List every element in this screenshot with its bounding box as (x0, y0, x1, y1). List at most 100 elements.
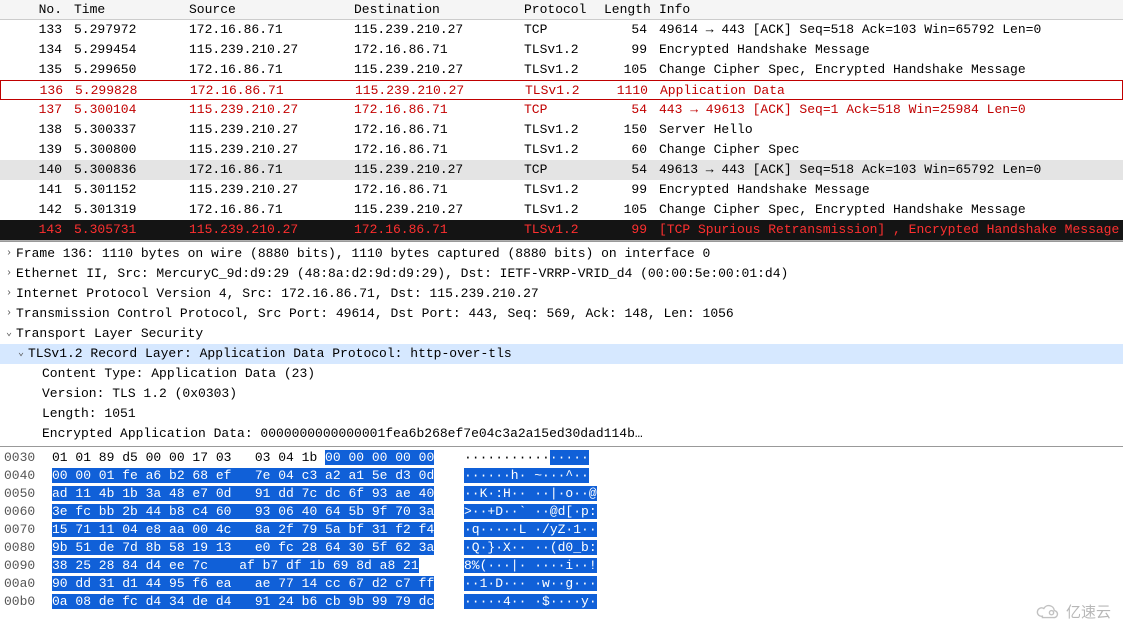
packet-cell: 136 (1, 81, 71, 99)
packet-cell: 172.16.86.71 (350, 40, 520, 60)
hex-bytes: 38 25 28 84 d4 ee 7c af b7 df 1b 69 8d a… (52, 557, 452, 575)
packet-cell: 5.301319 (70, 200, 185, 220)
packet-cell: 115.239.210.27 (350, 20, 520, 40)
packet-row[interactable]: 1335.297972172.16.86.71115.239.210.27TCP… (0, 20, 1123, 40)
col-header-source[interactable]: Source (185, 0, 350, 19)
packet-cell: Change Cipher Spec, Encrypted Handshake … (655, 200, 1123, 220)
packet-cell: 115.239.210.27 (185, 180, 350, 200)
hex-row[interactable]: 00b00a 08 de fc d4 34 de d4 91 24 b6 cb … (4, 593, 1119, 611)
hex-ascii: ·····4·· ·$····y· (452, 593, 622, 611)
packet-cell: 143 (0, 220, 70, 240)
hex-row[interactable]: 00603e fc bb 2b 44 b8 c4 60 93 06 40 64 … (4, 503, 1119, 521)
hex-offset: 0090 (4, 557, 52, 575)
packet-list-header: No. Time Source Destination Protocol Len… (0, 0, 1123, 20)
packet-cell: 99 (600, 40, 655, 60)
col-header-proto[interactable]: Protocol (520, 0, 600, 19)
collapse-icon[interactable]: ⌄ (14, 344, 28, 364)
packet-cell: 142 (0, 200, 70, 220)
hex-offset: 0080 (4, 539, 52, 557)
packet-cell: 5.301152 (70, 180, 185, 200)
hex-row[interactable]: 007015 71 11 04 e8 aa 00 4c 8a 2f 79 5a … (4, 521, 1119, 539)
hex-row[interactable]: 004000 00 01 fe a6 b2 68 ef 7e 04 c3 a2 … (4, 467, 1119, 485)
detail-content-type[interactable]: Content Type: Application Data (23) (0, 364, 1123, 384)
watermark: 亿速云 (1034, 601, 1111, 622)
packet-cell: 443 → 49613 [ACK] Seq=1 Ack=518 Win=2598… (655, 100, 1123, 120)
hex-row[interactable]: 009038 25 28 84 d4 ee 7c af b7 df 1b 69 … (4, 557, 1119, 575)
packet-details-pane: ›Frame 136: 1110 bytes on wire (8880 bit… (0, 241, 1123, 446)
expand-icon[interactable]: › (2, 284, 16, 304)
detail-ethernet[interactable]: ›Ethernet II, Src: MercuryC_9d:d9:29 (48… (0, 264, 1123, 284)
hex-offset: 0070 (4, 521, 52, 539)
packet-cell: TLSv1.2 (520, 220, 600, 240)
packet-row[interactable]: 1435.305731115.239.210.27172.16.86.71TLS… (0, 220, 1123, 240)
packet-cell: 115.239.210.27 (350, 60, 520, 80)
packet-cell: TCP (520, 100, 600, 120)
detail-tls[interactable]: ⌄Transport Layer Security (0, 324, 1123, 344)
packet-cell: 5.297972 (70, 20, 185, 40)
hex-offset: 0060 (4, 503, 52, 521)
packet-cell: Encrypted Handshake Message (655, 40, 1123, 60)
detail-ip[interactable]: ›Internet Protocol Version 4, Src: 172.1… (0, 284, 1123, 304)
hex-bytes: 3e fc bb 2b 44 b8 c4 60 93 06 40 64 5b 9… (52, 503, 452, 521)
packet-cell: 54 (600, 100, 655, 120)
hex-bytes: 00 00 01 fe a6 b2 68 ef 7e 04 c3 a2 a1 5… (52, 467, 452, 485)
col-header-time[interactable]: Time (70, 0, 185, 19)
packet-row[interactable]: 1355.299650172.16.86.71115.239.210.27TLS… (0, 60, 1123, 80)
col-header-length[interactable]: Length (600, 0, 655, 19)
detail-tcp[interactable]: ›Transmission Control Protocol, Src Port… (0, 304, 1123, 324)
detail-encrypted-data[interactable]: Encrypted Application Data: 000000000000… (0, 424, 1123, 444)
watermark-text: 亿速云 (1066, 601, 1111, 622)
expand-icon[interactable]: › (2, 304, 16, 324)
packet-cell: 141 (0, 180, 70, 200)
hex-offset: 00b0 (4, 593, 52, 611)
packet-list-body: 1335.297972172.16.86.71115.239.210.27TCP… (0, 20, 1123, 240)
detail-length[interactable]: Length: 1051 (0, 404, 1123, 424)
hex-ascii: ·Q·}·X·· ··(d0_b: (452, 539, 622, 557)
packet-cell: 60 (600, 140, 655, 160)
packet-cell: 133 (0, 20, 70, 40)
hex-row[interactable]: 003001 01 89 d5 00 00 17 03 03 04 1b 00 … (4, 449, 1119, 467)
packet-cell: 5.305731 (70, 220, 185, 240)
packet-cell: 172.16.86.71 (350, 100, 520, 120)
packet-cell: 134 (0, 40, 70, 60)
packet-cell: 137 (0, 100, 70, 120)
hex-bytes: 9b 51 de 7d 8b 58 19 13 e0 fc 28 64 30 5… (52, 539, 452, 557)
packet-row[interactable]: 1415.301152115.239.210.27172.16.86.71TLS… (0, 180, 1123, 200)
expand-icon[interactable]: › (2, 244, 16, 264)
collapse-icon[interactable]: ⌄ (2, 324, 16, 344)
packet-cell: TLSv1.2 (520, 140, 600, 160)
packet-cell: 5.300800 (70, 140, 185, 160)
detail-version[interactable]: Version: TLS 1.2 (0x0303) (0, 384, 1123, 404)
hex-offset: 00a0 (4, 575, 52, 593)
packet-row[interactable]: 1345.299454115.239.210.27172.16.86.71TLS… (0, 40, 1123, 60)
detail-tls-record[interactable]: ⌄TLSv1.2 Record Layer: Application Data … (0, 344, 1123, 364)
hex-bytes: 0a 08 de fc d4 34 de d4 91 24 b6 cb 9b 9… (52, 593, 452, 611)
packet-cell: 138 (0, 120, 70, 140)
col-header-info[interactable]: Info (655, 0, 1123, 19)
packet-list-pane: No. Time Source Destination Protocol Len… (0, 0, 1123, 241)
hex-bytes: 01 01 89 d5 00 00 17 03 03 04 1b 00 00 0… (52, 449, 452, 467)
packet-cell: TLSv1.2 (520, 60, 600, 80)
packet-cell: [TCP Spurious Retransmission] , Encrypte… (655, 220, 1123, 240)
hex-dump-pane: 003001 01 89 d5 00 00 17 03 03 04 1b 00 … (0, 446, 1123, 613)
packet-row[interactable]: 1375.300104115.239.210.27172.16.86.71TCP… (0, 100, 1123, 120)
packet-row[interactable]: 1365.299828172.16.86.71115.239.210.27TLS… (0, 80, 1123, 100)
col-header-no[interactable]: No. (0, 0, 70, 19)
packet-cell: 172.16.86.71 (185, 20, 350, 40)
detail-frame[interactable]: ›Frame 136: 1110 bytes on wire (8880 bit… (0, 244, 1123, 264)
hex-ascii: ··K·:H·· ··|·o··@ (452, 485, 622, 503)
hex-row[interactable]: 00809b 51 de 7d 8b 58 19 13 e0 fc 28 64 … (4, 539, 1119, 557)
hex-row[interactable]: 00a090 dd 31 d1 44 95 f6 ea ae 77 14 cc … (4, 575, 1119, 593)
packet-row[interactable]: 1385.300337115.239.210.27172.16.86.71TLS… (0, 120, 1123, 140)
packet-row[interactable]: 1405.300836172.16.86.71115.239.210.27TCP… (0, 160, 1123, 180)
packet-cell: 150 (600, 120, 655, 140)
packet-cell: 172.16.86.71 (350, 140, 520, 160)
packet-row[interactable]: 1425.301319172.16.86.71115.239.210.27TLS… (0, 200, 1123, 220)
packet-cell: 115.239.210.27 (350, 200, 520, 220)
expand-icon[interactable]: › (2, 264, 16, 284)
hex-row[interactable]: 0050ad 11 4b 1b 3a 48 e7 0d 91 dd 7c dc … (4, 485, 1119, 503)
packet-row[interactable]: 1395.300800115.239.210.27172.16.86.71TLS… (0, 140, 1123, 160)
col-header-dest[interactable]: Destination (350, 0, 520, 19)
hex-bytes: 90 dd 31 d1 44 95 f6 ea ae 77 14 cc 67 d… (52, 575, 452, 593)
packet-cell: 99 (600, 180, 655, 200)
